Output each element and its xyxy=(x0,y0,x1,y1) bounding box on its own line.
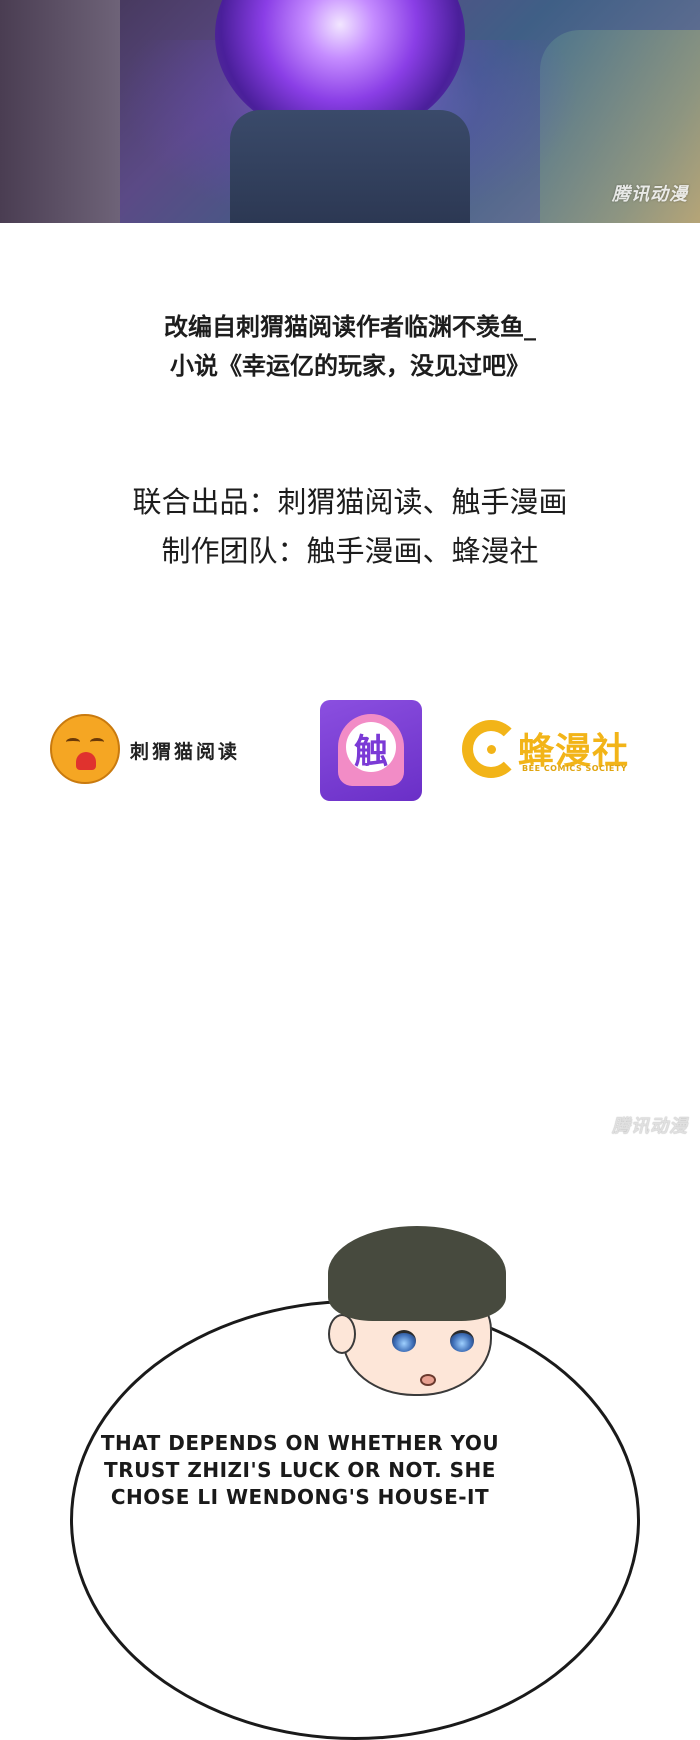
boy-character xyxy=(320,1226,520,1406)
production-credit: 联合出品：刺猬猫阅读、触手漫画 制作团队：触手漫画、蜂漫社 xyxy=(0,478,700,576)
watermark-top: 腾讯动漫 xyxy=(612,184,688,205)
hedgehog-logo-name: 刺猬猫阅读 xyxy=(130,741,241,763)
top-illustration: 腾讯动漫 xyxy=(0,0,700,223)
chushou-logo-icon: 触 xyxy=(320,700,422,801)
speech-line-1: THAT DEPENDS ON WHETHER YOU xyxy=(100,1431,500,1455)
adaptation-line-2: 小说《幸运亿的玩家，没见过吧》 xyxy=(170,352,530,380)
chushou-logo-glyph: 触 xyxy=(354,732,388,772)
illustration-coat xyxy=(230,110,470,223)
character-eye-right xyxy=(450,1330,474,1352)
adaptation-line-1: 改编自刺猬猫阅读作者临渊不羡鱼_ xyxy=(164,313,536,341)
watermark-middle: 腾讯动漫 xyxy=(612,1116,688,1137)
bee-logo-name-en: BEE COMICS SOCIETY xyxy=(522,764,628,773)
bee-logo-icon xyxy=(462,720,520,778)
character-hair xyxy=(328,1226,506,1321)
character-ear xyxy=(328,1314,356,1354)
speech-line-3: CHOSE LI WENDONG'S HOUSE-IT xyxy=(110,1485,490,1509)
bee-comics-logo: 蜂漫社 BEE COMICS SOCIETY xyxy=(462,718,652,782)
character-eye-left xyxy=(392,1330,416,1352)
speech-line-2: TRUST ZHIZI'S LUCK OR NOT. SHE xyxy=(104,1458,496,1482)
joint-production-line: 联合出品：刺猬猫阅读、触手漫画 xyxy=(132,485,568,519)
character-mouth xyxy=(420,1374,436,1386)
adaptation-credit: 改编自刺猬猫阅读作者临渊不羡鱼_ 小说《幸运亿的玩家，没见过吧》 xyxy=(0,308,700,386)
speech-text: THAT DEPENDS ON WHETHER YOU TRUST ZHIZI'… xyxy=(95,1430,505,1511)
production-team-line: 制作团队：触手漫画、蜂漫社 xyxy=(161,534,539,568)
cat-logo-icon xyxy=(50,714,120,784)
hedgehog-cat-logo: 刺猬猫阅读 xyxy=(50,712,290,786)
illustration-figure-left xyxy=(0,0,120,223)
